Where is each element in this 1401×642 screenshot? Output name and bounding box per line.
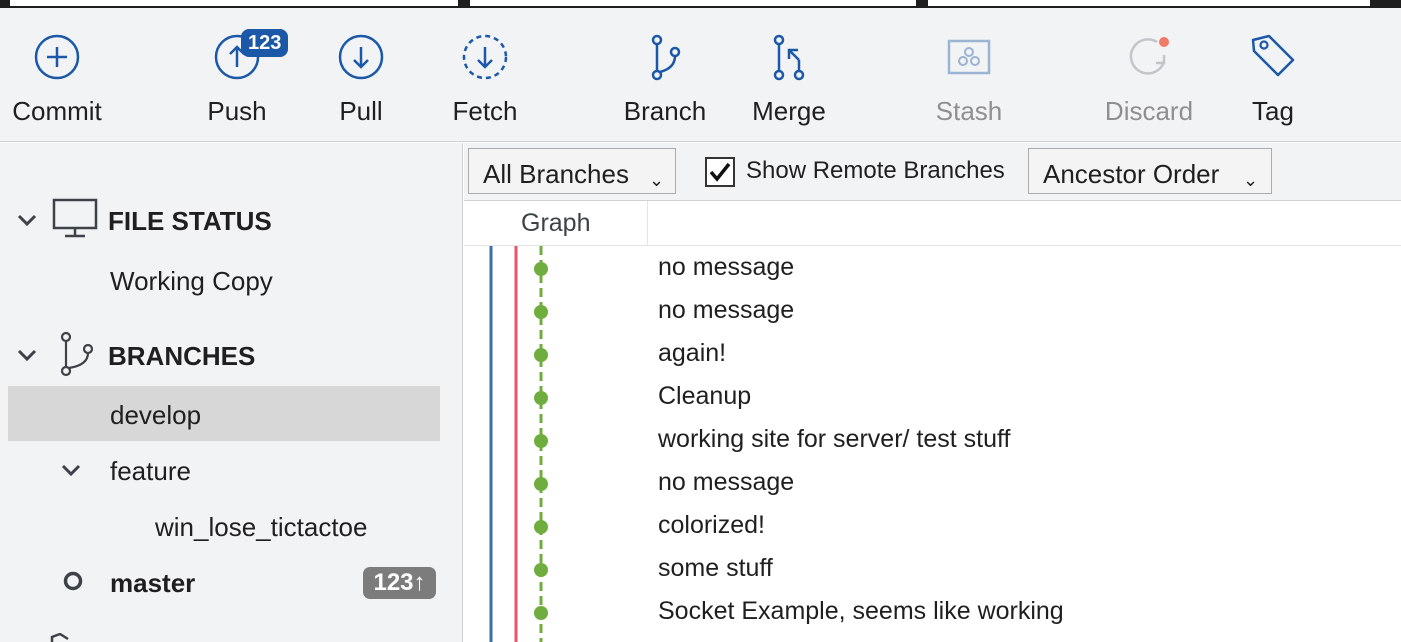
chevron-down-icon[interactable]: [16, 344, 38, 366]
tag-button[interactable]: Tag: [1213, 28, 1333, 138]
tag-label: Tag: [1252, 96, 1294, 126]
arrow-down-circle-icon: [338, 34, 384, 80]
branch-item-develop[interactable]: develop: [110, 400, 201, 431]
chevron-down-icon[interactable]: [60, 459, 82, 481]
tab-block[interactable]: [10, 0, 458, 6]
commit-message[interactable]: again!: [658, 339, 726, 368]
stash-button[interactable]: Stash: [909, 28, 1029, 138]
current-branch-icon: [63, 571, 83, 591]
commit-graph: [489, 246, 548, 642]
show-remote-label[interactable]: Show Remote Branches: [746, 157, 1005, 185]
commit-node[interactable]: [534, 262, 548, 276]
discard-icon: [1129, 37, 1169, 75]
fetch-button[interactable]: Fetch: [425, 28, 545, 138]
chevron-down-icon[interactable]: [16, 209, 38, 231]
branches-header[interactable]: BRANCHES: [108, 341, 255, 372]
pull-button[interactable]: Pull: [301, 28, 421, 138]
merge-label: Merge: [752, 96, 826, 126]
branch-folder-feature[interactable]: feature: [110, 456, 191, 487]
merge-button[interactable]: Merge: [729, 28, 849, 138]
pull-label: Pull: [339, 96, 383, 126]
branch-item-win-lose-tictactoe[interactable]: win_lose_tictactoe: [155, 512, 367, 543]
commit-node[interactable]: [534, 434, 548, 448]
tag-icon: [1251, 34, 1295, 77]
tag-section-icon: [50, 633, 69, 642]
push-count-badge: 123: [241, 29, 289, 57]
stash-label: Stash: [935, 96, 1003, 126]
commit-node[interactable]: [534, 520, 548, 534]
branch-item-master[interactable]: master: [110, 568, 195, 599]
tab-block[interactable]: [470, 0, 916, 6]
window-tab-strip: [0, 0, 1401, 8]
commit-list: Graph no message no message again! Cleanup w…: [464, 201, 1401, 642]
push-label: Push: [207, 96, 267, 126]
merge-icon: [773, 34, 805, 81]
commit-message[interactable]: some stuff: [658, 554, 773, 583]
commit-node[interactable]: [534, 391, 548, 405]
commit-message[interactable]: no message: [658, 468, 794, 497]
discard-label: Discard: [1104, 96, 1194, 126]
branches-filter-value: All Branches: [483, 159, 629, 189]
commit-node[interactable]: [534, 563, 548, 577]
commit-button[interactable]: Commit: [0, 28, 117, 138]
plus-circle-icon: [34, 34, 80, 80]
commit-node[interactable]: [534, 348, 548, 362]
order-dropdown-value: Ancestor Order: [1043, 159, 1220, 189]
file-status-header[interactable]: FILE STATUS: [108, 206, 272, 237]
commit-message[interactable]: colorized!: [658, 511, 765, 540]
selected-branch-highlight: [8, 386, 440, 441]
column-header-row: Graph: [464, 201, 1401, 246]
dashed-arrow-down-circle-icon: [462, 34, 508, 80]
show-remote-checkbox[interactable]: [705, 157, 735, 187]
column-separator[interactable]: [647, 201, 648, 245]
ahead-count-badge: 123↑: [363, 567, 436, 599]
commit-message[interactable]: no message: [658, 296, 794, 325]
commit-node[interactable]: [534, 305, 548, 319]
toolbar: Commit Push 123 Pull Fetch Branch Merge …: [0, 8, 1401, 142]
branches-filter-dropdown[interactable]: All Branches ⌄: [468, 148, 676, 194]
working-copy-item[interactable]: Working Copy: [110, 266, 273, 297]
chevron-down-icon: ⌄: [649, 170, 665, 190]
commit-message[interactable]: Socket Example, seems like working: [658, 597, 1064, 626]
chevron-down-icon: ⌄: [1243, 170, 1259, 190]
commit-node[interactable]: [534, 606, 548, 620]
filter-bar: All Branches ⌄ Show Remote Branches Ance…: [464, 143, 1401, 201]
branch-button[interactable]: Branch: [605, 28, 725, 138]
monitor-icon: [52, 198, 98, 238]
order-dropdown[interactable]: Ancestor Order ⌄: [1028, 148, 1272, 194]
commit-message[interactable]: no message: [658, 253, 794, 282]
branch-icon: [651, 34, 681, 81]
sidebar: FILE STATUS Working Copy BRANCHES develo…: [0, 143, 463, 642]
branch-label: Branch: [623, 96, 707, 126]
branch-icon: [60, 331, 94, 377]
commit-message[interactable]: working site for server/ test stuff: [658, 425, 1010, 454]
fetch-label: Fetch: [452, 96, 518, 126]
commit-message[interactable]: Cleanup: [658, 382, 751, 411]
commit-node[interactable]: [534, 477, 548, 491]
checkmark-icon: [709, 162, 731, 182]
tab-block[interactable]: [928, 0, 1370, 6]
stash-icon: [947, 39, 991, 75]
discard-button[interactable]: Discard: [1089, 28, 1209, 138]
commit-label: Commit: [12, 96, 102, 126]
graph-column-header[interactable]: Graph: [521, 209, 590, 238]
